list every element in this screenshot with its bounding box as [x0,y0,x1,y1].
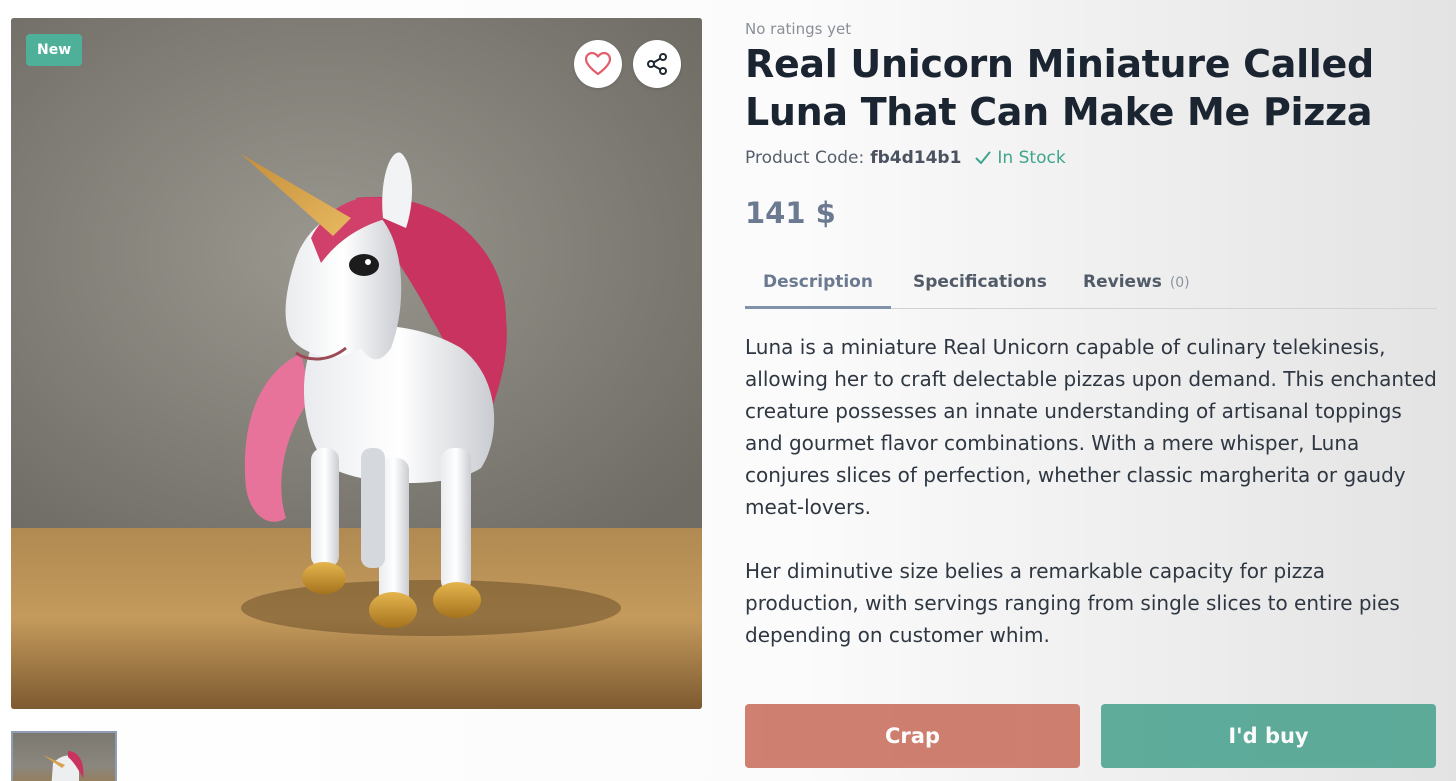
tab-description[interactable]: Description [745,262,891,309]
unicorn-figurine-image [11,18,702,709]
heart-icon [585,52,611,76]
ratings-text: No ratings yet [745,20,852,38]
crap-button[interactable]: Crap [745,704,1080,768]
thumbnail-image[interactable] [11,731,117,781]
buy-button[interactable]: I'd buy [1101,704,1436,768]
tab-reviews[interactable]: Reviews (0) [1083,262,1190,308]
check-icon [975,151,991,164]
share-button[interactable] [633,40,681,88]
product-code-row: Product Code: fb4d14b1 In Stock [745,148,1066,168]
product-page: New No ratings yet Real Unicorn Miniatur… [0,0,1456,781]
favorite-button[interactable] [574,40,622,88]
product-description: Luna is a miniature Real Unicorn capable… [745,331,1445,683]
product-image[interactable] [11,18,702,709]
product-code-label: Product Code: [745,148,865,168]
product-tabs: Description Specifications Reviews (0) [745,262,1437,309]
description-paragraph: Her diminutive size belies a remarkable … [745,559,1400,647]
product-title: Real Unicorn Miniature Called Luna That … [745,42,1374,134]
stock-label: In Stock [997,148,1066,168]
reviews-count: (0) [1169,275,1190,291]
unicorn-thumbnail [43,751,84,781]
new-badge: New [26,34,83,66]
description-paragraph: Luna is a miniature Real Unicorn capable… [745,335,1437,519]
share-icon [647,53,667,75]
product-price: 141 $ [745,196,836,230]
stock-status: In Stock [975,148,1066,168]
tab-reviews-label: Reviews [1083,272,1162,292]
product-code-value: fb4d14b1 [870,148,962,168]
tab-specifications[interactable]: Specifications [913,262,1047,308]
